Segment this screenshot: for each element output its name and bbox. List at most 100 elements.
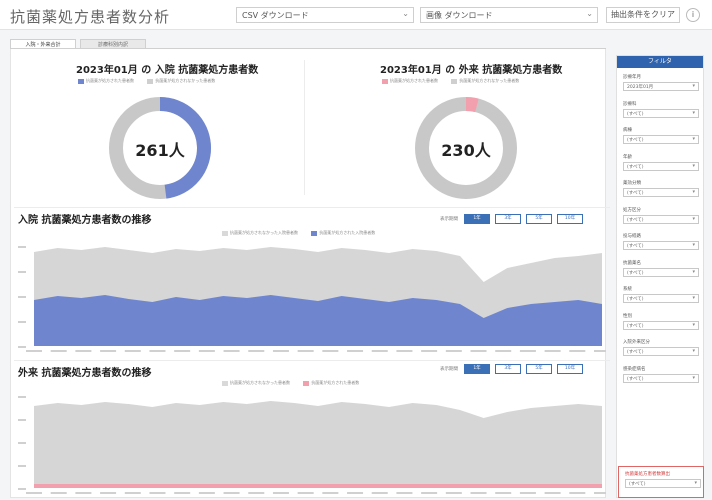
warning-filter-box: 抗菌薬処方患者数算出 (すべて) ▾ bbox=[618, 466, 704, 498]
filter-label: 診療科 bbox=[623, 101, 637, 107]
x-tick bbox=[75, 350, 92, 352]
x-tick bbox=[297, 492, 314, 494]
legend-prescribed: 抗菌薬が処方された患者数 bbox=[311, 380, 360, 385]
outpatient-period-selector: 表示期間 1年 3年 5年 10年 bbox=[440, 364, 606, 374]
outpatient-count-label: 230人 bbox=[441, 141, 491, 160]
filter-label: 処方区分 bbox=[623, 207, 641, 213]
filter-select[interactable]: 2023年01月 ▾ bbox=[623, 82, 699, 91]
x-tick bbox=[149, 350, 166, 352]
filter-label: 抗菌薬処方患者数算出 bbox=[625, 472, 670, 477]
image-download-select[interactable]: 画像 ダウンロード ⌄ bbox=[420, 7, 598, 23]
filter-select[interactable]: (すべて) ▾ bbox=[623, 108, 699, 118]
x-tick bbox=[445, 350, 462, 352]
outpatient-trend-title: 外来 抗菌薬処方患者数の推移 bbox=[18, 368, 152, 379]
filter-select[interactable]: (すべて) ▾ bbox=[623, 267, 699, 277]
chevron-down-icon: ▾ bbox=[692, 268, 695, 275]
chevron-down-icon: ▾ bbox=[694, 480, 697, 486]
x-tick bbox=[50, 350, 67, 352]
x-tick bbox=[445, 492, 462, 494]
x-tick bbox=[248, 492, 265, 494]
period-button-1y[interactable]: 1年 bbox=[464, 214, 490, 224]
x-tick bbox=[569, 492, 586, 494]
x-tick bbox=[371, 350, 388, 352]
top-bar: 抗菌薬処方患者数分析 CSV ダウンロード ⌄ 画像 ダウンロード ⌄ 抽出条件… bbox=[0, 0, 712, 30]
section-divider bbox=[14, 360, 610, 361]
filter-select-value: (すべて) bbox=[629, 482, 646, 487]
filter-select[interactable]: (すべて) ▾ bbox=[625, 479, 701, 488]
filter-select[interactable]: (すべて) ▾ bbox=[623, 241, 699, 250]
x-tick bbox=[100, 492, 117, 494]
x-tick bbox=[519, 492, 536, 494]
y-tick bbox=[18, 246, 26, 248]
x-tick bbox=[396, 492, 413, 494]
filter-select-value: (すべて) bbox=[627, 270, 644, 276]
outpatient-trend-legend: 抗菌薬が処方されなかった患者数 抗菌薬が処方された患者数 bbox=[222, 380, 371, 386]
chevron-down-icon: ▾ bbox=[692, 136, 695, 142]
area-total bbox=[34, 401, 602, 488]
x-tick bbox=[322, 492, 339, 494]
x-tick bbox=[594, 350, 606, 352]
chevron-down-icon: ▾ bbox=[692, 83, 695, 89]
filter-select[interactable]: (すべて) ▾ bbox=[623, 161, 699, 171]
filter-label: 病棟 bbox=[623, 128, 632, 133]
y-tick bbox=[18, 396, 26, 398]
period-button-10y[interactable]: 10年 bbox=[557, 214, 583, 224]
x-tick bbox=[519, 350, 536, 352]
chevron-down-icon: ⌄ bbox=[586, 9, 593, 18]
filter-select[interactable]: (すべて) ▾ bbox=[623, 373, 699, 383]
info-icon[interactable]: i bbox=[686, 8, 700, 22]
x-tick bbox=[198, 350, 215, 352]
chevron-down-icon: ▾ bbox=[692, 162, 695, 169]
filter-select[interactable]: (すべて) ▾ bbox=[623, 214, 699, 224]
inpatient-trend-legend: 抗菌薬が処方されなかった入院患者数 抗菌薬が処方された入院患者数 bbox=[222, 230, 387, 236]
x-tick bbox=[495, 492, 512, 494]
y-tick bbox=[18, 488, 26, 490]
period-button-1y[interactable]: 1年 bbox=[464, 364, 490, 374]
x-tick bbox=[544, 350, 561, 352]
legend-not-prescribed: 抗菌薬が処方されなかった患者数 bbox=[155, 78, 216, 83]
inpatient-trend-chart bbox=[18, 246, 606, 352]
y-tick bbox=[18, 346, 26, 348]
x-tick bbox=[347, 350, 364, 352]
image-download-label: 画像 ダウンロード bbox=[426, 11, 493, 20]
period-button-3y[interactable]: 3年 bbox=[495, 364, 521, 374]
csv-download-label: CSV ダウンロード bbox=[242, 11, 309, 20]
section-divider bbox=[14, 207, 610, 208]
period-label: 表示期間 bbox=[440, 367, 458, 372]
period-button-5y[interactable]: 5年 bbox=[526, 214, 552, 224]
filter-select-value: (すべて) bbox=[627, 138, 644, 143]
filter-select-value: (すべて) bbox=[627, 164, 644, 170]
filter-label: 薬効分類 bbox=[623, 181, 641, 186]
filter-select-value: (すべて) bbox=[627, 297, 644, 302]
filter-label: 系統 bbox=[623, 287, 632, 292]
clear-filters-button[interactable]: 抽出条件をクリア bbox=[606, 7, 680, 23]
legend-swatch-not-prescribed bbox=[222, 380, 228, 386]
x-tick bbox=[26, 492, 42, 494]
filter-select[interactable]: (すべて) ▾ bbox=[623, 320, 699, 330]
chevron-down-icon: ▾ bbox=[692, 215, 695, 222]
chevron-down-icon: ▾ bbox=[692, 374, 695, 381]
x-tick bbox=[50, 492, 67, 494]
x-tick bbox=[223, 492, 240, 494]
y-tick bbox=[18, 271, 26, 273]
legend-prescribed: 抗菌薬が処方された患者数 bbox=[86, 78, 134, 83]
x-tick bbox=[347, 492, 364, 494]
legend-swatch-not-prescribed bbox=[222, 230, 228, 236]
filter-select[interactable]: (すべて) ▾ bbox=[623, 347, 699, 356]
filter-sidebar: フィルタ 診療年月 2023年01月 ▾ 診療科 (すべて) ▾ 病棟 (すべて) ▾ 年齢 (すべ… bbox=[616, 55, 704, 498]
filter-select[interactable]: (すべて) ▾ bbox=[623, 188, 699, 197]
filter-label: 感染症病名 bbox=[623, 366, 646, 372]
x-tick bbox=[421, 492, 438, 494]
filter-select-value: (すべて) bbox=[627, 376, 644, 382]
filter-select[interactable]: (すべて) ▾ bbox=[623, 135, 699, 144]
filter-label: 抗菌薬名 bbox=[623, 260, 641, 266]
x-tick bbox=[569, 350, 586, 352]
inpatient-count-label: 261人 bbox=[135, 141, 185, 160]
x-tick bbox=[594, 492, 606, 494]
period-button-10y[interactable]: 10年 bbox=[557, 364, 583, 374]
inpatient-trend-title: 入院 抗菌薬処方患者数の推移 bbox=[18, 215, 152, 226]
period-button-5y[interactable]: 5年 bbox=[526, 364, 552, 374]
period-button-3y[interactable]: 3年 bbox=[495, 214, 521, 224]
filter-select[interactable]: (すべて) ▾ bbox=[623, 294, 699, 303]
csv-download-select[interactable]: CSV ダウンロード ⌄ bbox=[236, 7, 414, 23]
